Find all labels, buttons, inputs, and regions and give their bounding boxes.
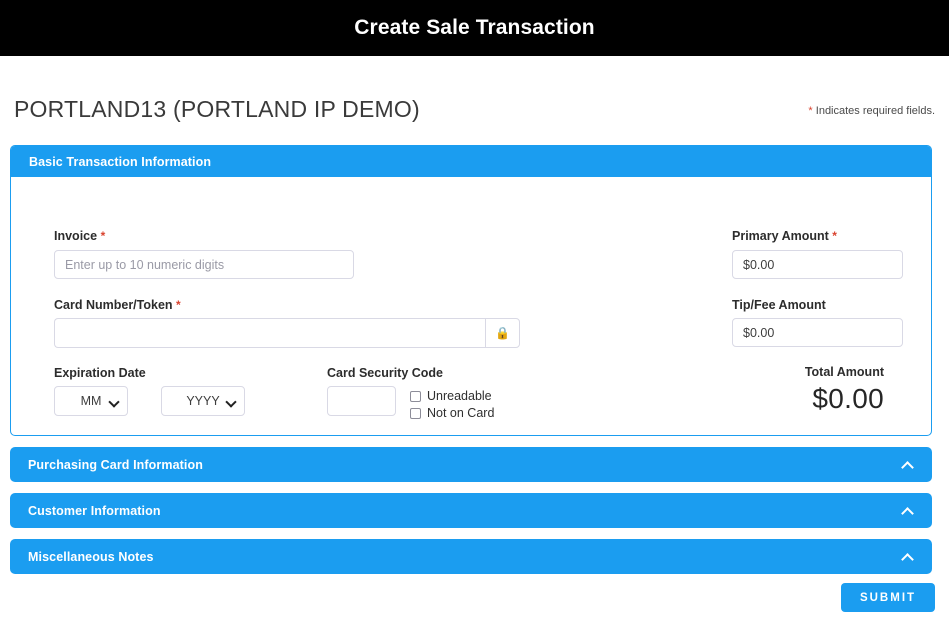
- primary-amount-label: Primary Amount *: [732, 229, 837, 243]
- unreadable-checkbox[interactable]: [410, 391, 421, 402]
- invoice-input[interactable]: [54, 250, 354, 279]
- expiration-month-value: MM: [81, 394, 102, 408]
- accordion-miscellaneous-notes[interactable]: Miscellaneous Notes: [10, 539, 932, 574]
- chevron-up-icon: [901, 507, 914, 520]
- unreadable-checkbox-label: Unreadable: [427, 389, 492, 403]
- card-security-code-input[interactable]: [327, 386, 396, 416]
- expiration-month-select-box[interactable]: MM: [54, 386, 128, 416]
- required-fields-note-text: Indicates required fields.: [816, 105, 935, 117]
- account-heading-row: PORTLAND13 (PORTLAND IP DEMO) * Indicate…: [0, 96, 949, 136]
- expiration-date-label: Expiration Date: [54, 366, 146, 380]
- expiration-year-value: YYYY: [186, 394, 219, 408]
- not-on-card-checkbox-row[interactable]: Not on Card: [410, 406, 494, 420]
- card-number-label-text: Card Number/Token: [54, 298, 173, 312]
- required-fields-note: * Indicates required fields.: [808, 105, 935, 117]
- lock-icon: 🔒: [495, 327, 510, 339]
- app-header-bar: Create Sale Transaction: [0, 0, 949, 56]
- not-on-card-checkbox-label: Not on Card: [427, 406, 494, 420]
- invoice-label-text: Invoice: [54, 229, 97, 243]
- card-number-input-group: 🔒: [54, 318, 520, 348]
- chevron-down-icon: [225, 396, 236, 407]
- expiration-year-select[interactable]: YYYY: [161, 386, 245, 416]
- not-on-card-checkbox[interactable]: [410, 408, 421, 419]
- unreadable-checkbox-row[interactable]: Unreadable: [410, 389, 492, 403]
- invoice-required-asterisk-icon: *: [101, 229, 106, 243]
- panel-body: Invoice * Card Number/Token * 🔒 Expirati…: [11, 177, 931, 435]
- panel-header-label: Basic Transaction Information: [29, 155, 211, 169]
- total-amount-label: Total Amount: [805, 365, 884, 379]
- accordion-purchasing-card-information[interactable]: Purchasing Card Information: [10, 447, 932, 482]
- card-security-code-label: Card Security Code: [327, 366, 443, 380]
- basic-transaction-information-panel: Basic Transaction Information Invoice * …: [10, 145, 932, 436]
- card-number-lock-button[interactable]: 🔒: [485, 318, 520, 348]
- tip-fee-amount-label: Tip/Fee Amount: [732, 298, 826, 312]
- total-amount-value: $0.00: [812, 383, 884, 415]
- create-sale-transaction-page: Create Sale Transaction PORTLAND13 (PORT…: [0, 0, 949, 624]
- card-number-input[interactable]: [54, 318, 485, 348]
- primary-amount-required-asterisk-icon: *: [832, 229, 837, 243]
- accordion-label: Purchasing Card Information: [28, 458, 203, 472]
- accordion-label: Miscellaneous Notes: [28, 550, 154, 564]
- card-number-label: Card Number/Token *: [54, 298, 181, 312]
- accordion-label: Customer Information: [28, 504, 161, 518]
- expiration-month-select[interactable]: MM: [54, 386, 128, 416]
- primary-amount-input[interactable]: [732, 250, 903, 279]
- chevron-down-icon: [108, 396, 119, 407]
- page-title: Create Sale Transaction: [354, 16, 594, 40]
- panel-header-basic-transaction[interactable]: Basic Transaction Information: [11, 146, 931, 177]
- chevron-up-icon: [901, 553, 914, 566]
- expiration-year-select-box[interactable]: YYYY: [161, 386, 245, 416]
- chevron-up-icon: [901, 461, 914, 474]
- invoice-label: Invoice *: [54, 229, 105, 243]
- account-name-heading: PORTLAND13 (PORTLAND IP DEMO): [14, 96, 420, 123]
- required-asterisk-icon: *: [808, 105, 812, 117]
- card-number-required-asterisk-icon: *: [176, 298, 181, 312]
- submit-button[interactable]: SUBMIT: [841, 583, 935, 612]
- tip-fee-amount-input[interactable]: [732, 318, 903, 347]
- primary-amount-label-text: Primary Amount: [732, 229, 829, 243]
- accordion-customer-information[interactable]: Customer Information: [10, 493, 932, 528]
